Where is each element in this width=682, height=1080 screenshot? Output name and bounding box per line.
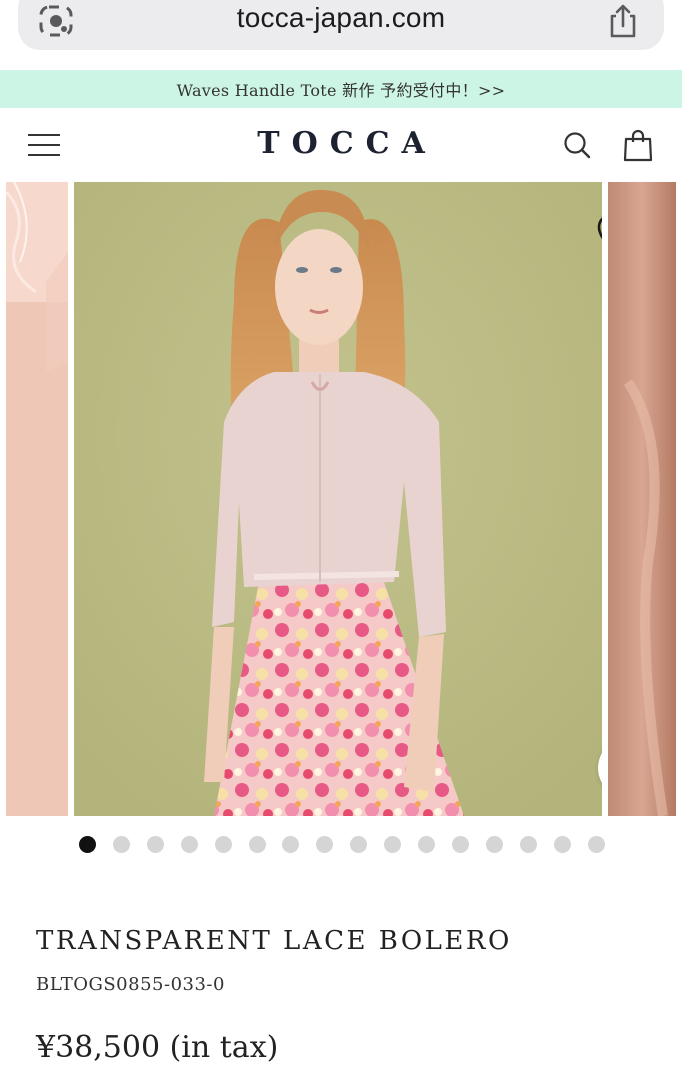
- pagination-dot-active[interactable]: [79, 836, 96, 853]
- shopping-bag-icon[interactable]: [622, 128, 654, 162]
- product-name: TRANSPARENT LACE BOLERO: [36, 926, 512, 956]
- pagination-dot[interactable]: [316, 836, 334, 853]
- browser-address-bar: tocca-japan.com: [0, 0, 682, 68]
- pagination-dot[interactable]: [282, 836, 300, 853]
- favorite-heart-icon[interactable]: [596, 212, 602, 262]
- pagination-dot[interactable]: [112, 836, 130, 853]
- pagination-dot[interactable]: [519, 836, 537, 853]
- previous-slide-image[interactable]: [6, 182, 68, 816]
- carousel-pagination: [0, 836, 682, 854]
- pagination-dot[interactable]: [553, 836, 571, 853]
- share-icon[interactable]: [606, 2, 640, 40]
- pagination-dot[interactable]: [146, 836, 164, 853]
- site-header: TOCCA: [0, 108, 682, 182]
- next-slide-image[interactable]: [608, 182, 676, 816]
- pagination-dot[interactable]: [214, 836, 232, 853]
- product-price: ¥38,500 (in tax): [36, 1030, 279, 1065]
- pagination-dot[interactable]: [180, 836, 198, 853]
- search-icon[interactable]: [562, 130, 592, 160]
- pagination-dot[interactable]: [587, 836, 605, 853]
- url-text[interactable]: tocca-japan.com: [0, 2, 682, 34]
- announcement-text[interactable]: Waves Handle Tote 新作 予約受付中！>>: [177, 77, 506, 101]
- pagination-dot[interactable]: [451, 836, 469, 853]
- pagination-dot[interactable]: [248, 836, 266, 853]
- product-main-image[interactable]: [74, 182, 602, 816]
- product-image-carousel[interactable]: [0, 182, 682, 816]
- pagination-dot[interactable]: [485, 836, 503, 853]
- pagination-dot[interactable]: [418, 836, 435, 853]
- pagination-dot[interactable]: [384, 836, 402, 853]
- announcement-banner[interactable]: Waves Handle Tote 新作 予約受付中！>>: [0, 70, 682, 108]
- product-code: BLTOGS0855-033-0: [36, 974, 225, 995]
- pagination-dot[interactable]: [350, 836, 368, 853]
